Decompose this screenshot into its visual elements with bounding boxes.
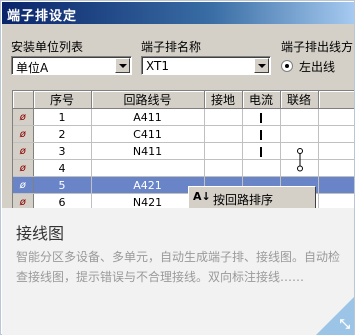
cell-current[interactable] — [242, 108, 281, 126]
table-row[interactable]: ø 2 C411 — [13, 125, 354, 143]
cell-ground[interactable] — [204, 125, 243, 143]
row-indicator: ø — [13, 159, 34, 177]
cell-ground[interactable] — [204, 108, 243, 126]
terminal-name-label: 端子排名称 — [141, 40, 202, 54]
cell-current[interactable] — [242, 125, 281, 143]
link-end-icon — [296, 160, 303, 172]
cell-ground[interactable] — [204, 159, 243, 177]
header-loop[interactable]: 回路线号 — [91, 91, 205, 109]
row-indicator: ø — [13, 125, 34, 143]
cell-no[interactable]: 5 — [33, 176, 92, 194]
row-indicator: ø — [13, 108, 34, 126]
cell-ground[interactable] — [204, 142, 243, 160]
cell-link[interactable] — [280, 125, 319, 143]
terminal-value: XT1 — [146, 59, 169, 73]
cell-current[interactable] — [242, 159, 281, 177]
feature-card: 端子排设定 安装单位列表 单位A 端子排名称 XT1 端子排出线方 左出线 序号… — [0, 0, 355, 335]
unit-value: 单位A — [16, 61, 49, 75]
card-title: 接线图 — [16, 224, 65, 243]
cell-no[interactable]: 3 — [33, 142, 92, 160]
context-menu: A↓ 按回路排序 — [188, 186, 316, 210]
cell-no[interactable]: 2 — [33, 125, 92, 143]
dropdown-arrow-icon[interactable] — [254, 58, 269, 73]
cell-extra — [318, 125, 354, 143]
unit-combo[interactable]: 单位A — [11, 56, 132, 75]
cell-link[interactable] — [280, 142, 319, 160]
current-bar-icon — [260, 112, 262, 123]
sort-by-loop-menu-item[interactable]: 按回路排序 — [213, 191, 273, 208]
dialog-title: 端子排设定 — [2, 2, 354, 24]
cell-extra — [318, 142, 354, 160]
dropdown-arrow-icon[interactable] — [115, 58, 130, 73]
header-no[interactable]: 序号 — [33, 91, 92, 109]
header-extra — [318, 91, 354, 109]
cell-extra — [318, 108, 354, 126]
row-indicator: ø — [13, 142, 34, 160]
link-start-icon — [296, 148, 303, 160]
cell-no[interactable]: 1 — [33, 108, 92, 126]
header-current[interactable]: 电流 — [242, 91, 281, 109]
cell-link[interactable] — [280, 108, 319, 126]
terminal-settings-dialog: 端子排设定 安装单位列表 单位A 端子排名称 XT1 端子排出线方 左出线 序号… — [2, 2, 354, 210]
cell-loop[interactable]: A411 — [91, 108, 205, 126]
table-row[interactable]: ø 4 — [13, 159, 354, 177]
direction-radio[interactable] — [281, 60, 293, 72]
terminal-combo[interactable]: XT1 — [141, 56, 271, 75]
expand-arrow-icon[interactable]: ⤡ — [340, 317, 350, 332]
row-indicator: ø — [13, 176, 34, 194]
cell-loop[interactable]: C411 — [91, 125, 205, 143]
cell-link[interactable] — [280, 159, 319, 177]
card-description: 智能分区多设备、多单元，自动生成端子排、接线图。自动检查接线图，提示错误与不合理… — [16, 250, 341, 284]
current-bar-icon — [260, 129, 262, 140]
cell-loop[interactable] — [91, 159, 205, 177]
cell-current[interactable] — [242, 142, 281, 160]
unit-list-label: 安装单位列表 — [11, 40, 84, 54]
header-link[interactable]: 联络 — [280, 91, 319, 109]
table-row[interactable]: ø 1 A411 — [13, 108, 354, 126]
grid-corner — [13, 91, 34, 109]
cell-loop[interactable]: N411 — [91, 142, 205, 160]
direction-label: 端子排出线方 — [281, 40, 354, 54]
current-bar-icon — [260, 146, 262, 157]
cell-extra — [318, 159, 354, 177]
sort-icon: A↓ — [193, 190, 211, 203]
header-ground[interactable]: 接地 — [204, 91, 243, 109]
cell-no[interactable]: 4 — [33, 159, 92, 177]
caption-panel: 接线图 智能分区多设备、多单元，自动生成端子排、接线图。自动检查接线图，提示错误… — [2, 208, 354, 335]
cell-extra — [318, 176, 354, 194]
direction-option-label: 左出线 — [299, 60, 336, 74]
table-row[interactable]: ø 3 N411 — [13, 142, 354, 160]
